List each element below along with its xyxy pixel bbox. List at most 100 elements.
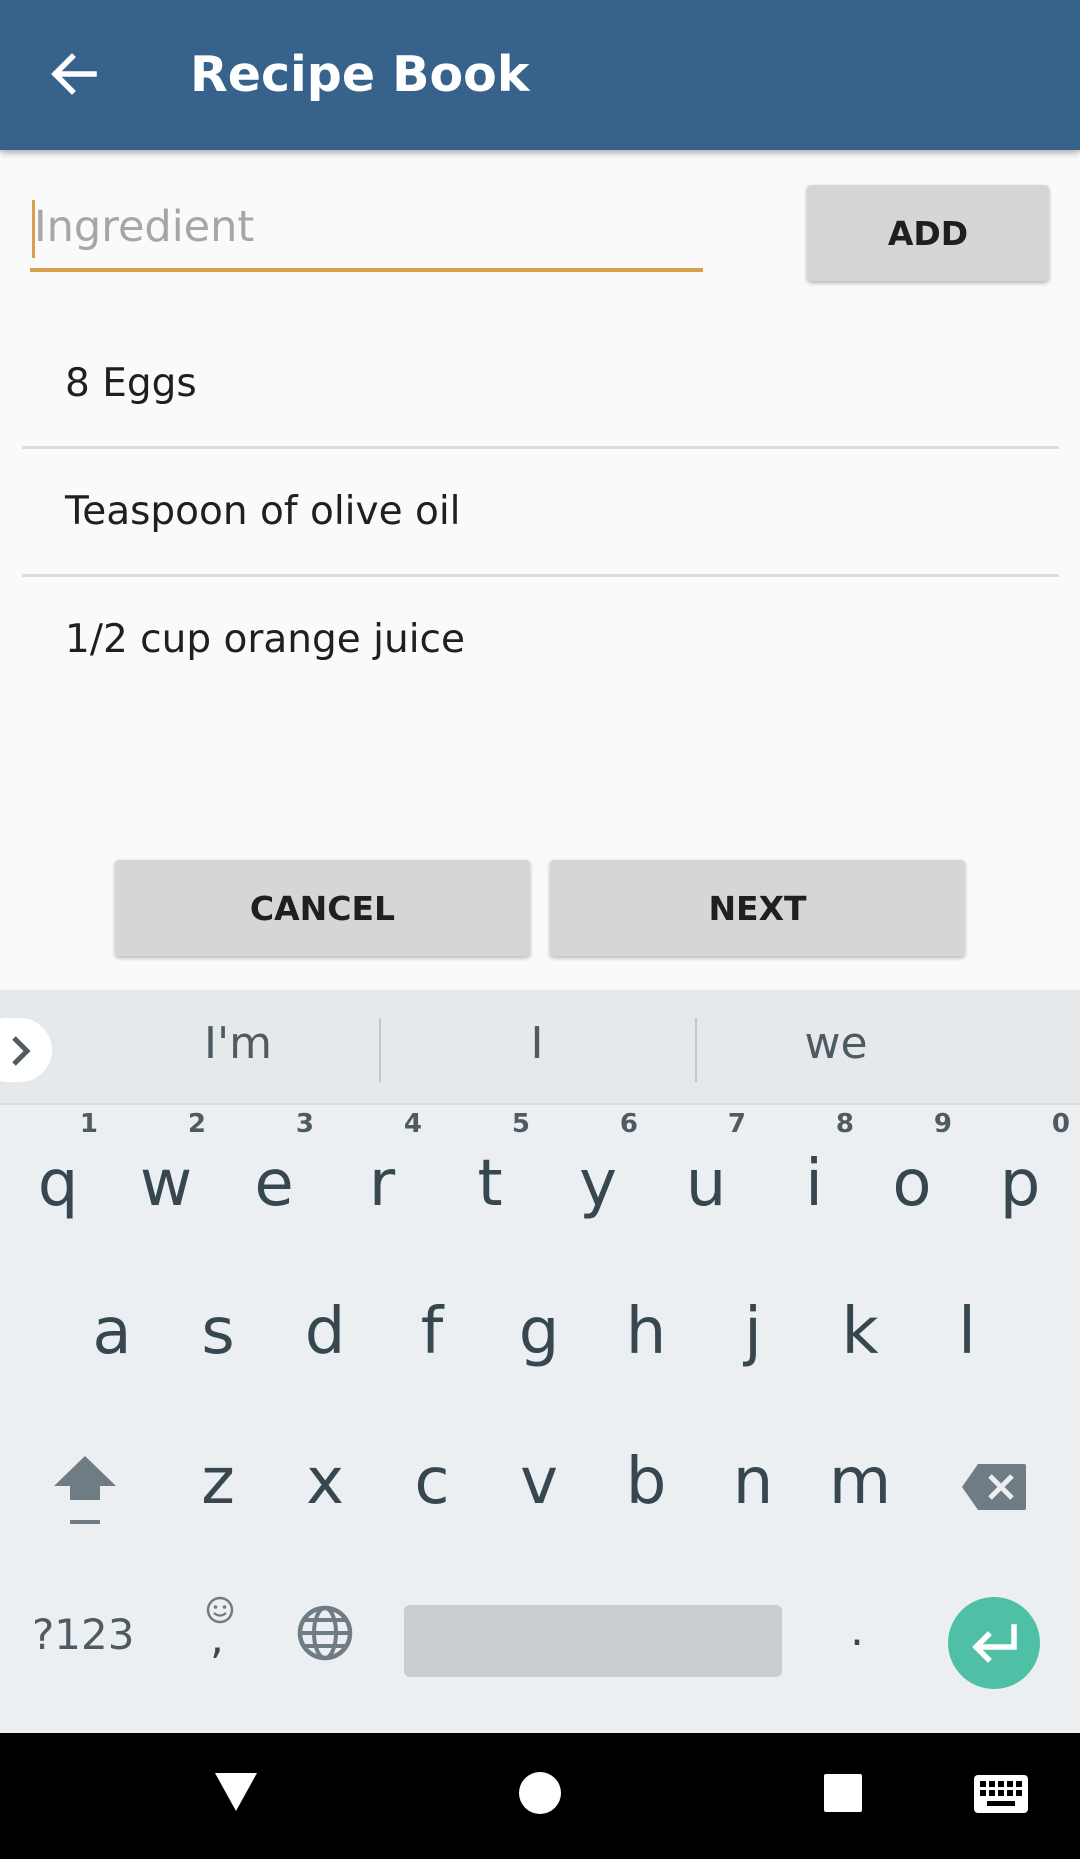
suggestion-1[interactable]: I'm [138, 1018, 338, 1069]
enter-key[interactable] [948, 1597, 1040, 1689]
key-label: k [841, 1295, 879, 1369]
key-label: t [477, 1147, 503, 1221]
ingredient-placeholder: Ingredient [34, 202, 255, 252]
key-q[interactable]: 1q [4, 1105, 112, 1255]
key-a[interactable]: a [58, 1255, 166, 1405]
next-button[interactable]: NEXT [550, 860, 965, 956]
key-v[interactable]: v [485, 1405, 593, 1555]
key-m[interactable]: m [806, 1405, 914, 1555]
symbols-key[interactable]: ?123 [32, 1610, 134, 1659]
key-label: r [368, 1147, 396, 1221]
key-b[interactable]: b [592, 1405, 700, 1555]
arrow-back-icon[interactable] [48, 48, 100, 100]
key-n[interactable]: n [699, 1405, 807, 1555]
key-label: l [958, 1295, 976, 1369]
page-title: Recipe Book [190, 46, 530, 103]
key-label: w [139, 1147, 193, 1221]
key-o[interactable]: 9o [858, 1105, 966, 1255]
key-k[interactable]: k [806, 1255, 914, 1405]
key-r[interactable]: 4r [328, 1105, 436, 1255]
key-number-hint: 3 [295, 1109, 314, 1139]
key-label: g [518, 1295, 560, 1369]
backspace-icon [962, 1464, 1026, 1510]
key-label: n [732, 1445, 774, 1519]
key-label: e [254, 1147, 294, 1221]
shift-key[interactable] [50, 1450, 120, 1530]
period-key[interactable]: . [850, 1605, 864, 1656]
language-key[interactable] [296, 1604, 354, 1662]
key-label: j [744, 1295, 762, 1369]
globe-icon [297, 1605, 353, 1661]
key-s[interactable]: s [164, 1255, 272, 1405]
key-label: y [579, 1147, 617, 1221]
key-label: p [999, 1147, 1041, 1221]
key-label: v [520, 1445, 558, 1519]
key-label: h [625, 1295, 667, 1369]
key-d[interactable]: d [271, 1255, 379, 1405]
key-h[interactable]: h [592, 1255, 700, 1405]
key-e[interactable]: 3e [220, 1105, 328, 1255]
ingredient-label: 1/2 cup orange juice [65, 617, 465, 662]
ingredient-list: 8 Eggs Teaspoon of olive oil 1/2 cup ora… [22, 321, 1059, 705]
key-label: s [201, 1295, 235, 1369]
key-number-hint: 6 [619, 1109, 638, 1139]
key-z[interactable]: z [164, 1405, 272, 1555]
key-f[interactable]: f [378, 1255, 486, 1405]
key-label: c [414, 1445, 450, 1519]
comma-emoji-key[interactable]: , [196, 1595, 244, 1675]
key-number-hint: 5 [511, 1109, 530, 1139]
key-label: b [625, 1445, 667, 1519]
keyboard-switch-icon[interactable] [974, 1775, 1028, 1813]
suggestion-3[interactable]: we [736, 1018, 936, 1069]
key-label: q [37, 1147, 79, 1221]
ingredient-input[interactable]: Ingredient [30, 190, 703, 272]
list-item[interactable]: Teaspoon of olive oil [22, 449, 1059, 577]
key-label: m [828, 1445, 892, 1519]
suggestion-divider [379, 1018, 381, 1082]
key-p[interactable]: 0p [966, 1105, 1074, 1255]
back-triangle-icon[interactable] [213, 1771, 259, 1813]
expand-suggestions-button[interactable] [0, 1018, 52, 1082]
return-icon [972, 1624, 1017, 1663]
key-label: o [892, 1147, 932, 1221]
add-button[interactable]: ADD [807, 185, 1049, 281]
suggestion-divider [695, 1018, 697, 1082]
comma-label: , [210, 1613, 224, 1664]
key-c[interactable]: c [378, 1405, 486, 1555]
key-number-hint: 2 [187, 1109, 206, 1139]
key-g[interactable]: g [485, 1255, 593, 1405]
list-item[interactable]: 8 Eggs [22, 321, 1059, 449]
ingredient-label: 8 Eggs [65, 361, 197, 406]
key-label: z [201, 1445, 235, 1519]
app-bar: Recipe Book [0, 0, 1080, 150]
key-label: u [685, 1147, 727, 1221]
key-label: f [420, 1295, 444, 1369]
system-nav-bar [0, 1733, 1080, 1859]
key-number-hint: 7 [727, 1109, 746, 1139]
chevron-right-icon [12, 1036, 31, 1066]
suggestion-2[interactable]: I [437, 1018, 637, 1069]
recents-square-icon[interactable] [823, 1773, 863, 1813]
shift-icon [54, 1456, 116, 1524]
key-x[interactable]: x [271, 1405, 379, 1555]
list-item[interactable]: 1/2 cup orange juice [22, 577, 1059, 705]
content-area: Ingredient ADD 8 Eggs Teaspoon of olive … [0, 150, 1080, 990]
key-label: a [92, 1295, 132, 1369]
key-t[interactable]: 5t [436, 1105, 544, 1255]
key-number-hint: 4 [403, 1109, 422, 1139]
key-u[interactable]: 7u [652, 1105, 760, 1255]
key-w[interactable]: 2w [112, 1105, 220, 1255]
space-bar[interactable] [404, 1605, 782, 1677]
key-number-hint: 0 [1051, 1109, 1070, 1139]
key-y[interactable]: 6y [544, 1105, 652, 1255]
key-number-hint: 1 [79, 1109, 98, 1139]
key-label: d [304, 1295, 346, 1369]
home-circle-icon[interactable] [518, 1771, 562, 1815]
key-l[interactable]: l [913, 1255, 1021, 1405]
cancel-button[interactable]: CANCEL [115, 860, 530, 956]
key-i[interactable]: 8i [760, 1105, 868, 1255]
key-label: i [805, 1147, 823, 1221]
suggestion-strip: I'm I we [0, 990, 1080, 1105]
key-j[interactable]: j [699, 1255, 807, 1405]
backspace-key[interactable] [960, 1462, 1028, 1512]
